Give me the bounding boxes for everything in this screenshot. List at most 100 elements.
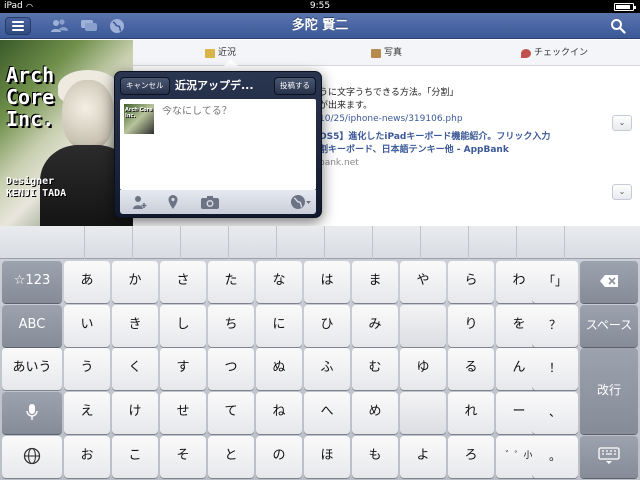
feed-options-button[interactable]: ⌄ <box>612 184 632 200</box>
photo-logo-text: Arch Core Inc. <box>6 64 54 130</box>
kana-key[interactable]: け <box>112 392 158 434</box>
kana-key[interactable]: よ <box>400 436 446 478</box>
feed-link-title[interactable]: 割キーボード、日本語テンキー他 - AppBank <box>319 144 509 156</box>
tab-status-label: 近況 <box>218 48 237 58</box>
tab-checkin[interactable]: チェックイン <box>521 46 588 60</box>
kana-key[interactable]: つ <box>208 348 254 390</box>
kana-key[interactable]: ほ <box>304 436 350 478</box>
clock: 9:55 <box>309 1 331 11</box>
key-space[interactable]: スペース <box>580 305 638 347</box>
tab-status[interactable]: 近況 <box>205 46 236 60</box>
key-kana[interactable]: あいう <box>2 348 62 390</box>
cancel-button[interactable]: キャンセル <box>120 77 170 95</box>
kana-key[interactable]: ひ <box>304 305 350 347</box>
candidate-divider <box>132 226 133 259</box>
kana-key[interactable]: と <box>208 436 254 478</box>
key-numbers[interactable]: ☆123 <box>2 261 62 303</box>
active-tab-pointer <box>224 59 238 66</box>
kana-key[interactable]: め <box>352 392 398 434</box>
camera-icon[interactable] <box>200 194 220 210</box>
kana-key[interactable]: ！ <box>532 348 578 390</box>
candidate-bar <box>0 226 640 259</box>
kana-key[interactable]: く <box>112 348 158 390</box>
ipad-screen: iPad ◠ 9:55 多陀 賢二 Arch Core Inc. Designe… <box>0 0 640 480</box>
status-icon <box>205 48 215 58</box>
kana-key[interactable]: ふ <box>304 348 350 390</box>
key-blank <box>400 305 446 347</box>
kana-key[interactable]: る <box>448 348 494 390</box>
kana-key[interactable]: ？ <box>532 305 578 347</box>
kana-key[interactable]: す <box>160 348 206 390</box>
kana-key[interactable]: え <box>64 392 110 434</box>
tag-friend-icon[interactable] <box>132 194 148 210</box>
tab-photo[interactable]: 写真 <box>371 46 402 60</box>
kana-key[interactable]: ら <box>448 261 494 303</box>
status-bar: iPad ◠ 9:55 <box>0 0 640 13</box>
key-delete[interactable] <box>580 261 638 303</box>
key-return[interactable]: 改行 <box>580 348 638 434</box>
kana-key[interactable]: 「」 <box>532 261 578 303</box>
kana-key[interactable]: の <box>256 436 302 478</box>
photo-designer-line: Designer <box>6 176 55 187</box>
kana-key[interactable]: は <box>304 261 350 303</box>
kana-key[interactable]: あ <box>64 261 110 303</box>
candidate-divider <box>420 226 421 259</box>
kana-key[interactable]: れ <box>448 392 494 434</box>
kana-key[interactable]: に <box>256 305 302 347</box>
audience-globe-icon[interactable] <box>290 194 312 210</box>
feed-text-line: が出来ます。 <box>319 101 373 111</box>
feed-link[interactable]: 10/25/iphone-news/319106.php <box>319 113 463 125</box>
kana-key[interactable]: て <box>208 392 254 434</box>
feed-text-line: うに文字うちできる方法。「分割」 <box>319 88 459 98</box>
key-globe[interactable] <box>2 436 62 478</box>
kana-key[interactable]: お <box>64 436 110 478</box>
kana-key[interactable]: ち <box>208 305 254 347</box>
compose-toolbar <box>120 190 316 214</box>
candidate-divider <box>564 226 565 259</box>
status-input[interactable] <box>162 106 310 117</box>
kana-key[interactable]: ろ <box>448 436 494 478</box>
kana-key[interactable]: む <box>352 348 398 390</box>
kana-key[interactable]: も <box>352 436 398 478</box>
kana-key[interactable]: か <box>112 261 158 303</box>
kana-key[interactable]: ま <box>352 261 398 303</box>
hide-keyboard-icon <box>598 446 620 464</box>
photo-face <box>62 80 114 150</box>
action-tabs: 近況 写真 チェックイン <box>133 40 640 66</box>
post-button[interactable]: 投稿する <box>274 77 316 95</box>
tab-photo-label: 写真 <box>384 48 403 58</box>
kana-key[interactable]: み <box>352 305 398 347</box>
feed-link-title[interactable]: OS5】進化したiPadキーボード機能紹介。フリック入力 <box>319 131 550 143</box>
mic-icon <box>26 403 38 420</box>
kana-key[interactable]: ゆ <box>400 348 446 390</box>
kana-key[interactable]: さ <box>160 261 206 303</box>
compose-body[interactable]: Arch Core Inc. <box>120 99 316 190</box>
kana-key[interactable]: や <box>400 261 446 303</box>
nav-bar: 多陀 賢二 <box>0 13 640 39</box>
kana-key[interactable]: た <box>208 261 254 303</box>
kana-key[interactable]: ぬ <box>256 348 302 390</box>
kana-key[interactable]: し <box>160 305 206 347</box>
key-alphabet[interactable]: ABC <box>2 305 62 347</box>
kana-key[interactable]: う <box>64 348 110 390</box>
feed-options-button[interactable]: ⌄ <box>612 115 632 131</box>
photo-logo-line: Arch <box>6 63 55 87</box>
search-icon[interactable] <box>610 18 626 34</box>
kana-key[interactable]: せ <box>160 392 206 434</box>
location-icon[interactable] <box>165 194 181 210</box>
japanese-kana-keyboard: ☆123 ABC あいう あかさたなはまやらわ「」いきしちにひみりを？うくすつぬ… <box>0 226 640 480</box>
key-hide-keyboard[interactable] <box>580 436 638 478</box>
kana-key[interactable]: な <box>256 261 302 303</box>
kana-key[interactable]: き <box>112 305 158 347</box>
kana-key[interactable]: り <box>448 305 494 347</box>
kana-key[interactable]: へ <box>304 392 350 434</box>
candidate-divider <box>180 226 181 259</box>
key-dictation[interactable] <box>2 392 62 434</box>
kana-key[interactable]: い <box>64 305 110 347</box>
kana-key[interactable]: こ <box>112 436 158 478</box>
kana-key[interactable]: ね <box>256 392 302 434</box>
kana-key[interactable]: 。 <box>532 436 578 478</box>
kana-key[interactable]: 、 <box>532 392 578 434</box>
kana-key[interactable]: そ <box>160 436 206 478</box>
candidate-divider <box>84 226 85 259</box>
